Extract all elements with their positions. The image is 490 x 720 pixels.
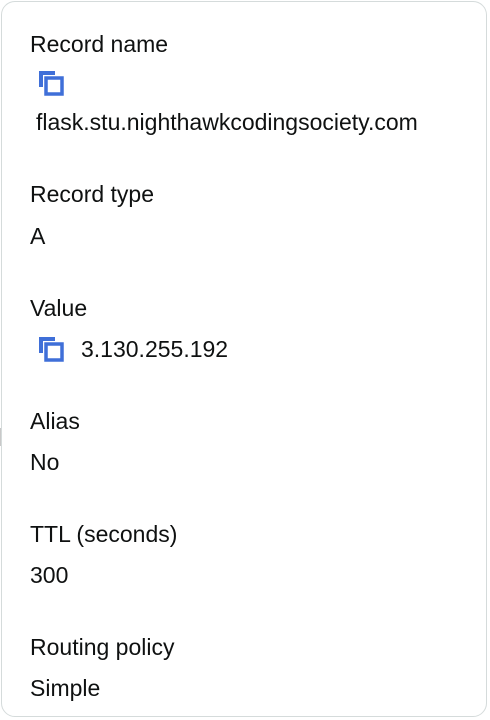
ttl-value: 300 — [30, 562, 69, 588]
record-name-label: Record name — [30, 31, 169, 57]
record-type-label: Record type — [30, 181, 155, 207]
routing-policy-label: Routing policy — [30, 634, 175, 660]
value-value: 3.130.255.192 — [81, 336, 229, 362]
alias-value: No — [30, 449, 60, 475]
routing-policy-value: Simple — [30, 675, 101, 701]
alias-label: Alias — [30, 408, 80, 434]
ttl-label: TTL (seconds) — [30, 521, 178, 547]
copy-icon[interactable] — [36, 334, 66, 364]
record-type-value: A — [30, 223, 46, 249]
value-label: Value — [30, 295, 88, 321]
copy-icon[interactable] — [36, 68, 66, 98]
record-name-value: flask.stu.nighthawkcodingsociety.com — [36, 109, 418, 135]
record-details-panel: Record name flask.stu.nighthawkcodingsoc… — [1, 1, 487, 717]
